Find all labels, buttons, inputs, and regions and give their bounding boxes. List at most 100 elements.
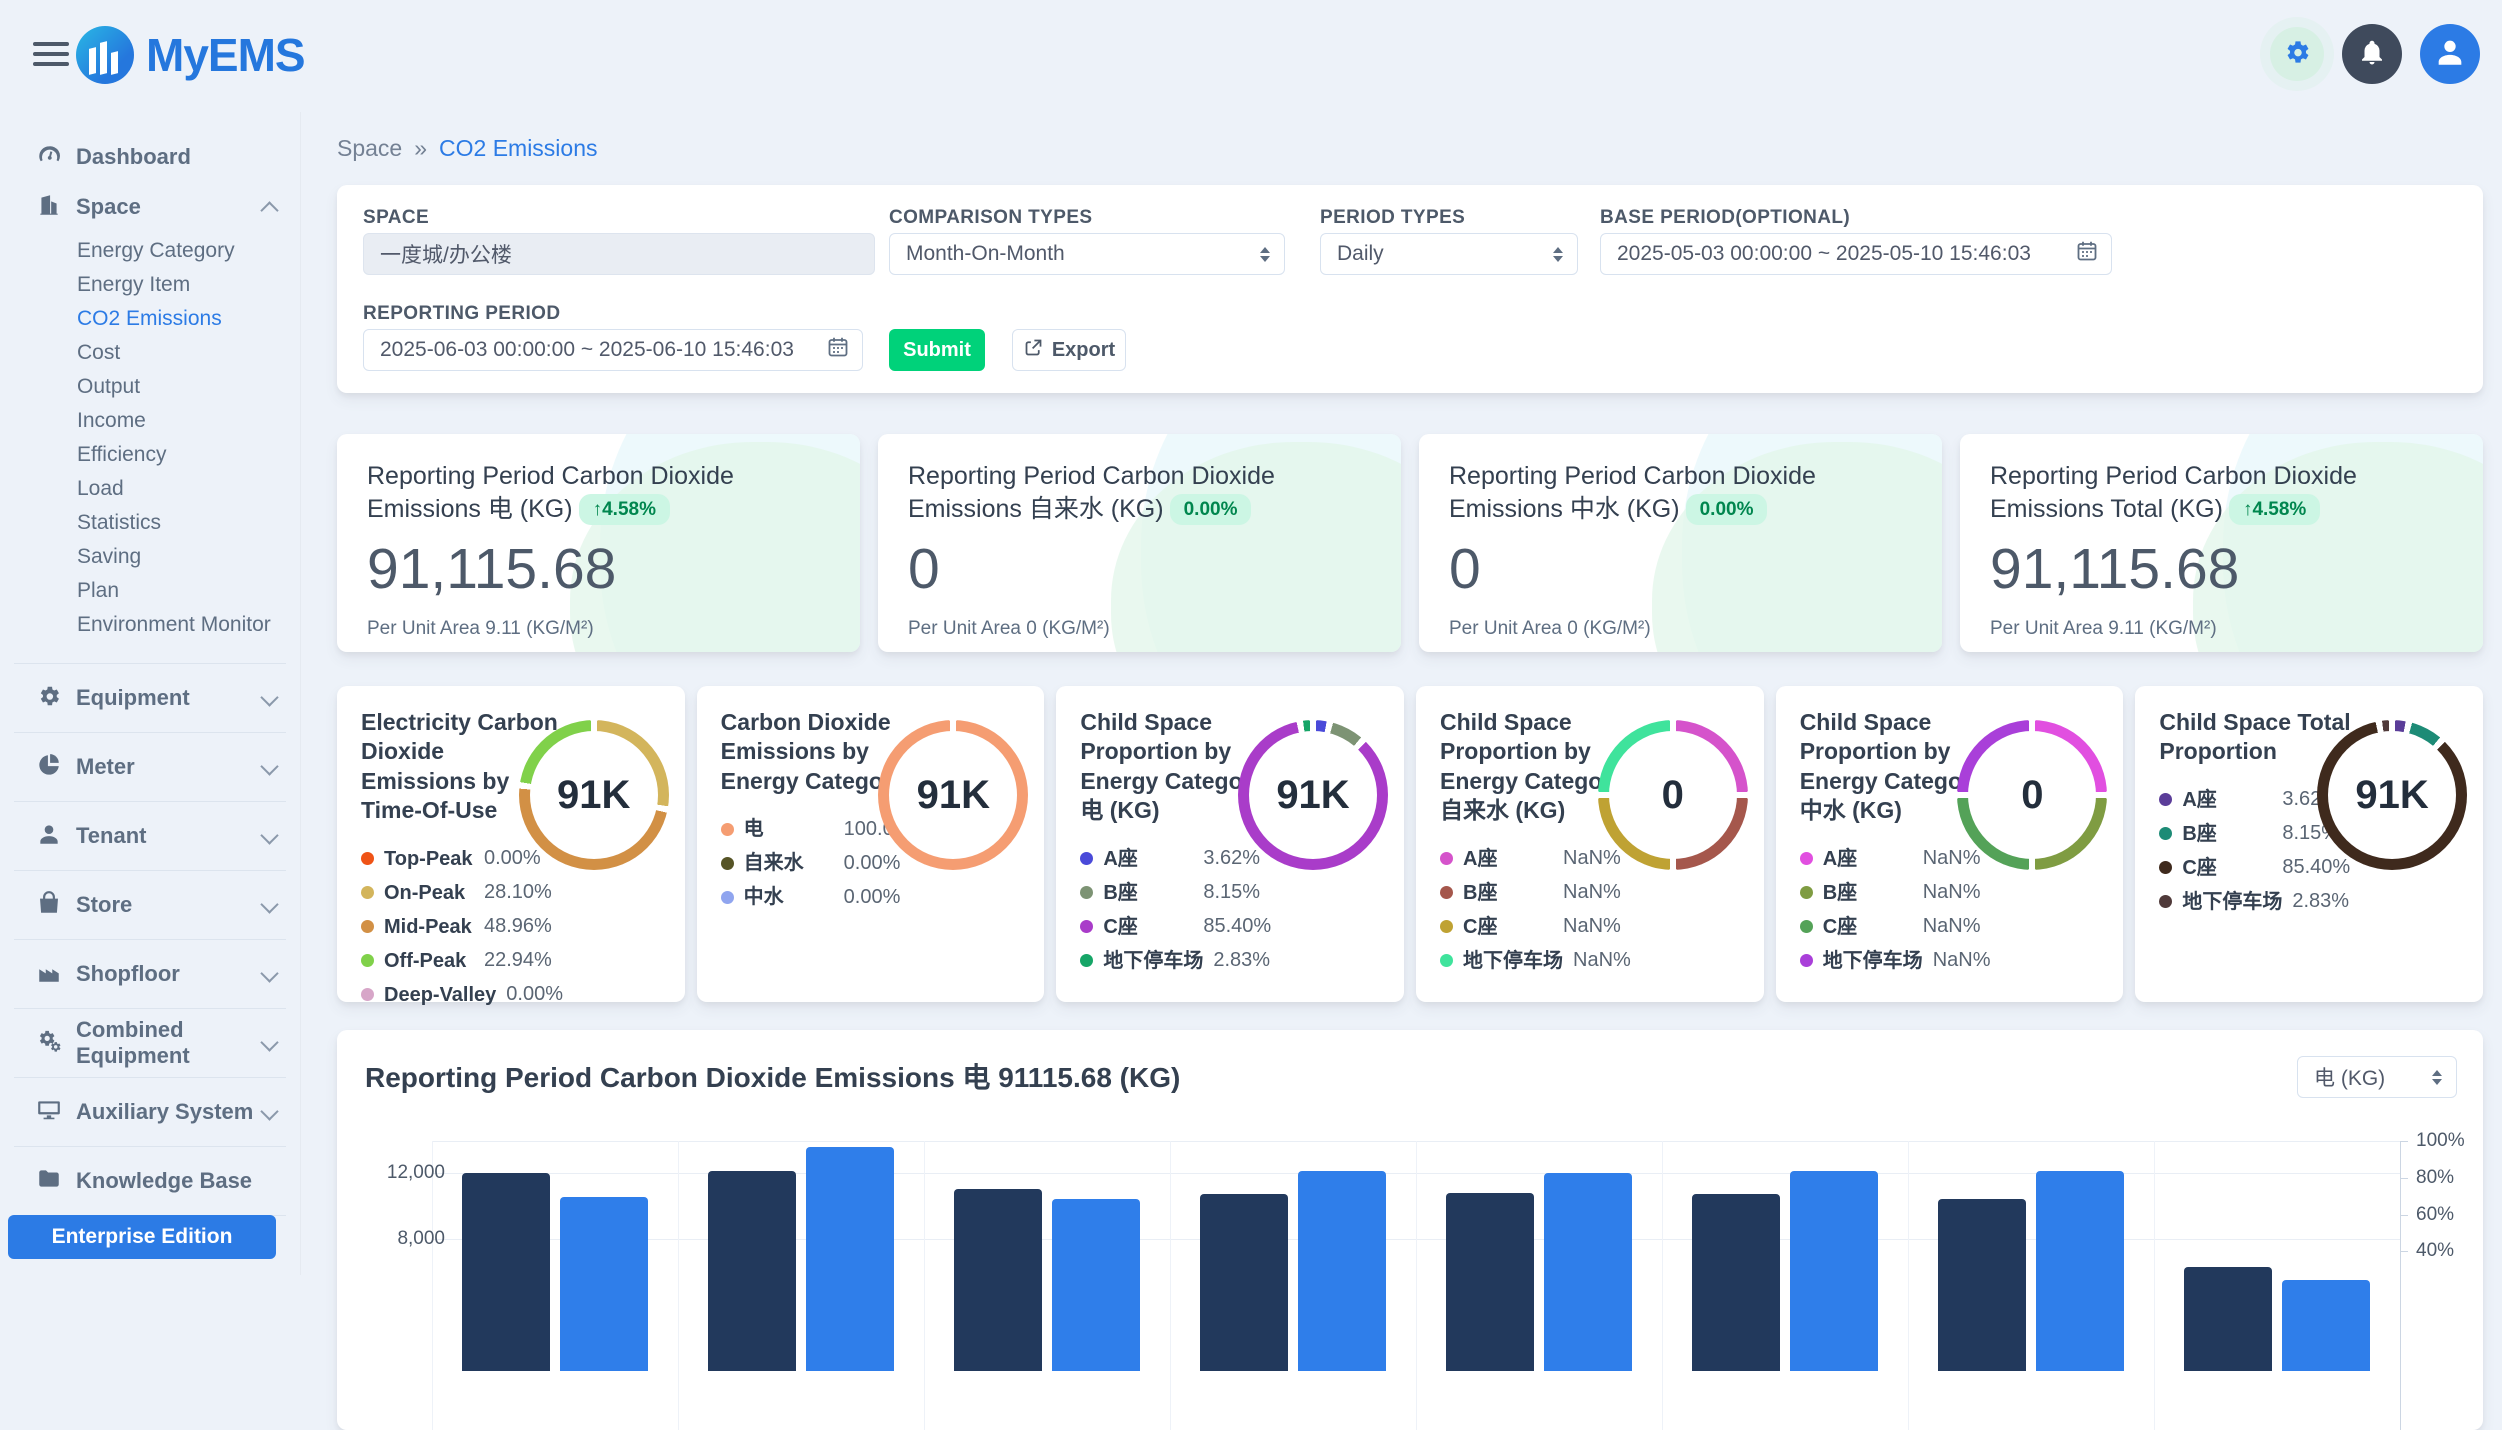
sidebar-item-statistics[interactable]: Statistics: [0, 506, 300, 540]
right-axis-tick-label: 60%: [2416, 1204, 2454, 1226]
sidebar-item-plan[interactable]: Plan: [0, 574, 300, 608]
bar-series-dark-navy[interactable]: [462, 1173, 550, 1371]
sidebar-item-tenant[interactable]: Tenant: [0, 811, 300, 861]
legend-label: A座: [1103, 848, 1193, 870]
bar-series-dark-navy[interactable]: [708, 1171, 796, 1371]
bar-series-dark-navy[interactable]: [1692, 1194, 1780, 1371]
submit-button[interactable]: Submit: [889, 329, 985, 371]
breadcrumb-parent[interactable]: Space: [337, 135, 402, 162]
sidebar-item-energy-item[interactable]: Energy Item: [0, 268, 300, 302]
legend-color-dot: [721, 857, 734, 870]
app-logo[interactable]: MyEMS: [76, 26, 305, 84]
hamburger-menu-icon[interactable]: [33, 42, 69, 70]
legend-color-dot: [1080, 920, 1093, 933]
settings-button[interactable]: [2270, 27, 2324, 81]
bar-series-blue[interactable]: [2282, 1280, 2370, 1371]
base-period-input[interactable]: 2025-05-03 00:00:00 ~ 2025-05-10 15:46:0…: [1600, 233, 2112, 275]
sidebar-item-output[interactable]: Output: [0, 370, 300, 404]
sidebar-item-environment-monitor[interactable]: Environment Monitor: [0, 608, 300, 642]
chevron-down-icon[interactable]: [260, 964, 278, 982]
sidebar-item-dashboard[interactable]: Dashboard: [0, 132, 300, 182]
bar-series-dark-navy[interactable]: [1200, 1194, 1288, 1371]
enterprise-edition-button[interactable]: Enterprise Edition: [8, 1215, 276, 1259]
stat-card-value: 0: [908, 536, 1371, 602]
sidebar-item-equipment[interactable]: Equipment: [0, 673, 300, 723]
per-unit-area-line: Per Unit Area 0 (KG/M²): [908, 618, 1371, 640]
legend-color-dot: [1080, 886, 1093, 899]
sidebar-item-store[interactable]: Store: [0, 880, 300, 930]
right-axis-tick-label: 40%: [2416, 1240, 2454, 1262]
sidebar-item-label: Shopfloor: [76, 961, 180, 987]
sidebar-divider: [14, 801, 286, 802]
legend-value: NaN%: [1563, 881, 1621, 904]
sidebar-item-shopfloor[interactable]: Shopfloor: [0, 949, 300, 999]
bar-series-blue[interactable]: [2036, 1171, 2124, 1371]
export-label: Export: [1052, 339, 1115, 362]
base-period-label: BASE PERIOD(OPTIONAL): [1600, 207, 1850, 229]
legend-value: 2.83%: [2292, 890, 2349, 913]
sidebar-item-energy-category[interactable]: Energy Category: [0, 234, 300, 268]
sidebar-item-load[interactable]: Load: [0, 472, 300, 506]
sidebar-item-meter[interactable]: Meter: [0, 742, 300, 792]
legend-value: NaN%: [1933, 949, 1991, 972]
notifications-button[interactable]: [2342, 24, 2402, 84]
trend-badge: ↑4.58%: [579, 494, 670, 525]
reporting-period-value: 2025-06-03 00:00:00 ~ 2025-06-10 15:46:0…: [380, 338, 794, 362]
breadcrumb-current[interactable]: CO2 Emissions: [439, 135, 597, 162]
sidebar-item-auxiliary-system[interactable]: Auxiliary System: [0, 1087, 300, 1137]
period-types-select[interactable]: Daily: [1320, 233, 1578, 275]
legend-label: A座: [1463, 848, 1553, 870]
stat-card-title: Reporting Period Carbon Dioxide Emission…: [367, 460, 774, 526]
legend-color-dot: [1080, 954, 1093, 967]
sidebar-item-label: Equipment: [76, 685, 190, 711]
legend-label: C座: [2182, 857, 2272, 879]
bar-series-dark-navy[interactable]: [1938, 1199, 2026, 1371]
export-button[interactable]: Export: [1012, 329, 1126, 371]
bar-series-blue[interactable]: [1052, 1199, 1140, 1371]
legend-color-dot: [361, 954, 374, 967]
bar-series-blue[interactable]: [806, 1147, 894, 1371]
legend-label: 电: [744, 818, 834, 840]
sidebar-item-cost[interactable]: Cost: [0, 336, 300, 370]
bar-series-blue[interactable]: [1544, 1173, 1632, 1371]
legend-value: NaN%: [1563, 915, 1621, 938]
sidebar-item-saving[interactable]: Saving: [0, 540, 300, 574]
chevron-up-icon[interactable]: [260, 201, 278, 219]
reporting-period-input[interactable]: 2025-06-03 00:00:00 ~ 2025-06-10 15:46:0…: [363, 329, 863, 371]
monitor-icon: [36, 1097, 62, 1128]
donut-cards-row: Electricity Carbon Dioxide Emissions by …: [337, 686, 2483, 1002]
legend-label: C座: [1103, 916, 1193, 938]
chevron-down-icon[interactable]: [260, 688, 278, 706]
sidebar-item-knowledge-base[interactable]: Knowledge Base: [0, 1156, 300, 1206]
legend-value: NaN%: [1923, 881, 1981, 904]
bar-series-blue[interactable]: [1790, 1171, 1878, 1371]
legend-label: 地下停车场: [1463, 950, 1563, 972]
select-arrows-icon: [1553, 247, 1563, 262]
sidebar-item-combined-equipment[interactable]: Combined Equipment: [0, 1018, 300, 1068]
user-avatar-icon: [2433, 35, 2467, 74]
person-icon: [36, 821, 62, 852]
legend-label: C座: [1463, 916, 1553, 938]
legend-color-dot: [361, 920, 374, 933]
space-input[interactable]: [363, 233, 875, 275]
chevron-down-icon[interactable]: [260, 826, 278, 844]
sidebar-item-income[interactable]: Income: [0, 404, 300, 438]
legend-item: Deep-Valley0.00%: [361, 978, 661, 1012]
bar-series-dark-navy[interactable]: [954, 1189, 1042, 1371]
bar-series-dark-navy[interactable]: [2184, 1267, 2272, 1371]
bar-series-blue[interactable]: [560, 1197, 648, 1371]
legend-label: 地下停车场: [2182, 891, 2282, 913]
sidebar-item-space[interactable]: Space: [0, 182, 300, 232]
comparison-types-select[interactable]: Month-On-Month: [889, 233, 1285, 275]
bar-series-dark-navy[interactable]: [1446, 1193, 1534, 1371]
right-axis-tick: [2400, 1251, 2408, 1252]
chevron-down-icon[interactable]: [260, 1102, 278, 1120]
sidebar-item-efficiency[interactable]: Efficiency: [0, 438, 300, 472]
user-menu-button[interactable]: [2420, 24, 2480, 84]
sidebar-item-co2-emissions[interactable]: CO2 Emissions: [0, 302, 300, 336]
chevron-down-icon[interactable]: [260, 757, 278, 775]
myems-logo-icon: [76, 26, 134, 84]
bar-series-blue[interactable]: [1298, 1171, 1386, 1371]
chevron-down-icon[interactable]: [260, 895, 278, 913]
export-icon: [1023, 337, 1044, 364]
